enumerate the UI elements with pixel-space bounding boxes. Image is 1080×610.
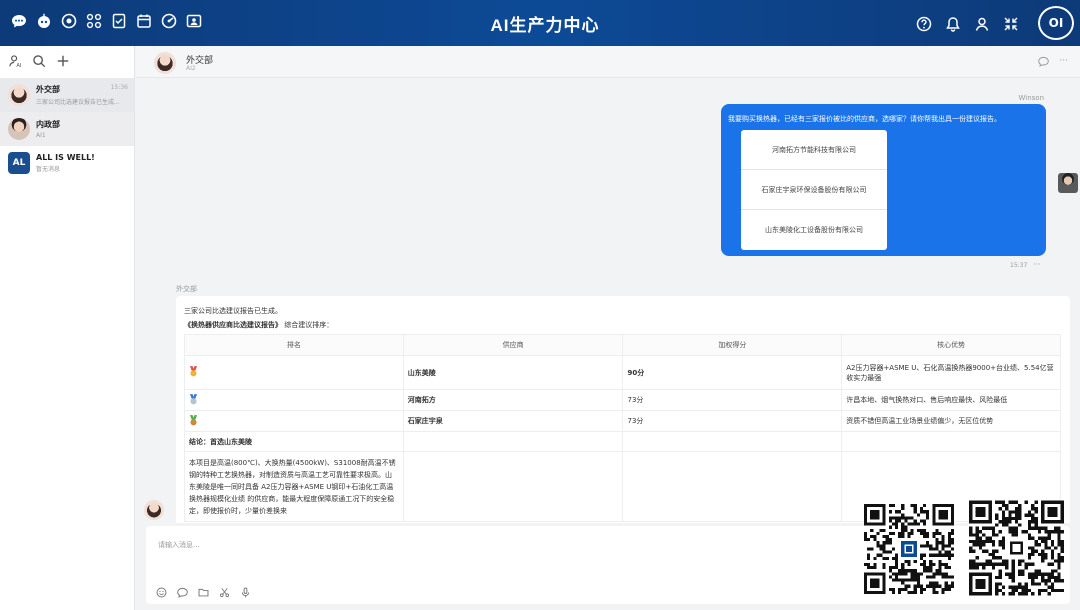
message-more-icon[interactable]: ··· xyxy=(1033,260,1041,269)
help-icon[interactable] xyxy=(915,15,933,33)
message-input[interactable]: 请输入消息... xyxy=(158,540,200,550)
conversation-item[interactable]: 外交部 三家公司比选建议报告已生成... 15:36 xyxy=(0,78,134,112)
top-utility-icons xyxy=(915,15,1020,33)
bot-report-message: 三家公司比选建议报告已生成。 《换热器供应商比选建议报告》 综合建议排序： 排名… xyxy=(176,296,1070,523)
table-row: 石家庄宇泉 73分 资质不错但高温工业场景业绩偏少，无区位优势 xyxy=(184,410,1061,432)
supplier-option[interactable]: 山东美陵化工设备股份有限公司 xyxy=(741,210,887,250)
conversation-time: 15:36 xyxy=(110,84,128,91)
scissors-icon[interactable] xyxy=(219,583,230,602)
advantage-cell: 许昌本地、烟气换热对口、售后响应最快、风险最低 xyxy=(841,389,1061,411)
brand-logo[interactable]: OI xyxy=(1038,6,1074,40)
report-intro: 三家公司比选建议报告已生成。 xyxy=(184,307,282,315)
chat-messages: Winson 我要购买换热器，已经有三家报价被比的供应商，选哪家？请你帮我出具一… xyxy=(136,78,1080,523)
message-sender: 外交部 xyxy=(176,285,197,293)
svg-text:AI: AI xyxy=(16,63,22,68)
table-header-row: 排名 供应商 加权得分 核心优势 xyxy=(184,334,1061,356)
conversation-item[interactable]: AL ALL IS WELL! 暂无消息 xyxy=(0,146,134,180)
top-nav-icons xyxy=(10,12,203,30)
message-sender: Winson xyxy=(1018,94,1044,102)
more-options-icon[interactable]: ··· xyxy=(1059,56,1068,70)
robot-icon[interactable] xyxy=(35,12,53,30)
advantage-cell: 资质不错但高温工业场景业绩偏少，无区位优势 xyxy=(841,410,1061,432)
user-message-bubble: 我要购买换热器，已经有三家报价被比的供应商，选哪家？请你帮我出具一份建议报告。 … xyxy=(721,104,1046,256)
supplier-cell: 石家庄宇泉 xyxy=(402,410,624,432)
supplier-option[interactable]: 石家庄宇泉环保设备股份有限公司 xyxy=(741,170,887,210)
conversation-preview: AI1 xyxy=(36,132,46,139)
message-time: 15:37 xyxy=(1010,262,1028,269)
bronze-medal-icon xyxy=(189,414,198,425)
score-cell: 73分 xyxy=(622,410,843,432)
qr-code-right xyxy=(969,500,1064,596)
qr-code-image xyxy=(969,500,1064,596)
avatar xyxy=(8,118,30,140)
report-title: 《换热器供应商比选建议报告》 xyxy=(184,321,282,329)
summary-cell: 本项目是高温(800℃)、大换热量(4500kW)、S31008耐高温不锈钢的特… xyxy=(184,451,404,522)
ranking-table: 排名 供应商 加权得分 核心优势 山东美陵 90分 A2压力容器+ASME U、… xyxy=(184,334,1061,522)
conclusion-cell: 结论：首选山东美陵 xyxy=(184,431,404,452)
conversation-preview: 暂无消息 xyxy=(36,166,61,173)
score-cell: 73分 xyxy=(622,389,843,411)
advantage-cell: A2压力容器+ASME U、石化高温换热器9000+台业绩、5.54亿营收实力最… xyxy=(841,355,1061,390)
conversation-item[interactable]: 内政部 AI1 xyxy=(0,112,134,146)
avatar: AL xyxy=(8,152,30,174)
message-text: 我要购买换热器，已经有三家报价被比的供应商，选哪家？请你帮我出具一份建议报告。 xyxy=(728,115,1001,123)
dashboard-icon[interactable] xyxy=(160,12,178,30)
contact-card-icon[interactable] xyxy=(185,12,203,30)
document-check-icon[interactable] xyxy=(110,12,128,30)
chat-header: 外交部 AI2 ··· xyxy=(136,46,1080,78)
conversation-preview: 三家公司比选建议报告已生成... xyxy=(36,99,120,106)
gold-medal-icon xyxy=(189,366,198,377)
qr-code-left xyxy=(864,503,954,595)
avatar xyxy=(8,84,30,106)
top-bar: AI生产力中心 OI xyxy=(0,0,1080,46)
supplier-options-card: 河南拓方节能科技有限公司 石家庄宇泉环保设备股份有限公司 山东美陵化工设备股份有… xyxy=(741,130,887,250)
table-row: 河南拓方 73分 许昌本地、烟气换热对口、售后响应最快、风险最低 xyxy=(184,389,1061,411)
conversation-name: 内政部 xyxy=(36,120,60,129)
chat-bubble-icon[interactable] xyxy=(10,12,28,30)
contacts-icon[interactable]: AI xyxy=(8,53,22,72)
apps-grid-icon[interactable] xyxy=(85,12,103,30)
supplier-option[interactable]: 河南拓方节能科技有限公司 xyxy=(741,130,887,170)
report-subtitle-rest: 综合建议排序： xyxy=(282,321,334,329)
bell-icon[interactable] xyxy=(944,15,962,33)
conversation-name: ALL IS WELL! xyxy=(36,153,95,162)
plus-icon[interactable] xyxy=(56,53,70,72)
table-row: 山东美陵 90分 A2压力容器+ASME U、石化高温换热器9000+台业绩、5… xyxy=(184,355,1061,390)
search-icon[interactable] xyxy=(32,53,46,72)
settings-cog-icon[interactable] xyxy=(60,12,78,30)
silver-medal-icon xyxy=(189,393,198,404)
avatar xyxy=(144,500,164,520)
conversation-sidebar: AI 外交部 三家公司比选建议报告已生成... 15:36 内政部 AI1 AL… xyxy=(0,46,135,610)
chat-icon[interactable] xyxy=(177,583,188,602)
column-header: 核心优势 xyxy=(841,334,1061,356)
calendar-icon[interactable] xyxy=(135,12,153,30)
comment-icon[interactable] xyxy=(1038,56,1050,70)
composer-toolbar xyxy=(156,583,251,602)
chat-subtitle: AI2 xyxy=(186,65,196,72)
avatar xyxy=(154,52,176,74)
emoji-icon[interactable] xyxy=(156,583,167,602)
report-subtitle: 《换热器供应商比选建议报告》 综合建议排序： xyxy=(184,320,333,330)
column-header: 加权得分 xyxy=(622,334,843,356)
table-row: 结论：首选山东美陵 xyxy=(184,431,1061,452)
supplier-cell: 河南拓方 xyxy=(402,389,624,411)
app-title: AI生产力中心 xyxy=(490,16,600,35)
user-icon[interactable] xyxy=(973,15,991,33)
score-cell: 90分 xyxy=(622,355,843,390)
supplier-cell: 山东美陵 xyxy=(402,355,624,390)
collapse-icon[interactable] xyxy=(1002,15,1020,33)
column-header: 排名 xyxy=(184,334,404,356)
avatar xyxy=(1058,173,1078,193)
column-header: 供应商 xyxy=(402,334,624,356)
sidebar-toolbar: AI xyxy=(0,46,134,78)
folder-icon[interactable] xyxy=(198,583,209,602)
microphone-icon[interactable] xyxy=(240,583,251,602)
qr-code-image xyxy=(864,504,954,594)
